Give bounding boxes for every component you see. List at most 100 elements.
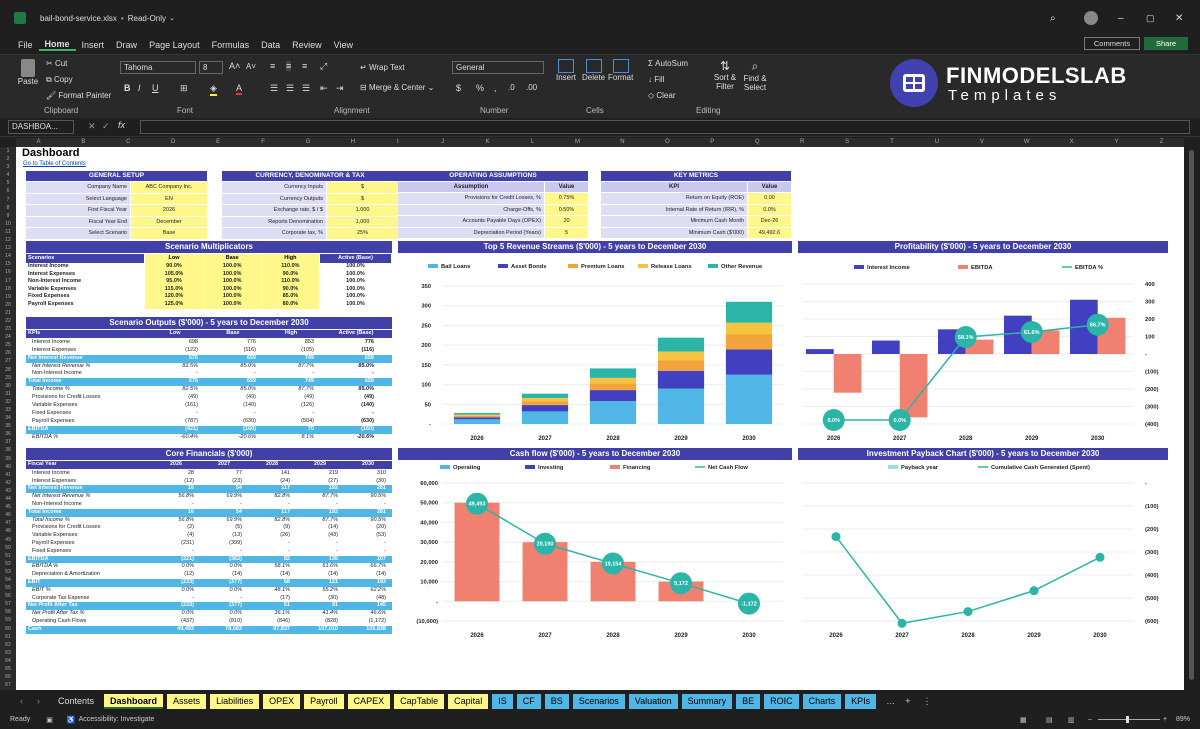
row-header[interactable]: 41 <box>0 471 16 479</box>
close-icon[interactable]: ✕ <box>1175 13 1183 24</box>
column-header-A[interactable]: A <box>16 138 61 147</box>
tab-summary[interactable]: Summary <box>681 693 733 709</box>
row-header[interactable]: 7 <box>0 196 16 204</box>
row-header[interactable]: 5 <box>0 179 16 187</box>
page-break-icon[interactable]: ▥ <box>1068 716 1075 724</box>
row-header[interactable]: 15 <box>0 260 16 268</box>
column-header-Z[interactable]: Z <box>1139 138 1184 147</box>
tab-next-icon[interactable]: › <box>37 696 40 706</box>
normal-view-icon[interactable]: ▦ <box>1020 716 1027 724</box>
column-header-F[interactable]: F <box>241 138 286 147</box>
shrink-font-icon[interactable]: A˅ <box>246 62 256 71</box>
cumulative-cash-point[interactable] <box>897 618 907 628</box>
column-header-Y[interactable]: Y <box>1094 138 1139 147</box>
fill-button[interactable]: ↓ Fill <box>648 75 664 84</box>
bar-segment[interactable] <box>589 383 637 391</box>
table-cell[interactable]: 125.0% <box>145 300 203 309</box>
bar-segment[interactable] <box>725 349 773 375</box>
menu-file[interactable]: File <box>12 40 39 50</box>
cumulative-cash-point[interactable] <box>1029 586 1039 596</box>
paste-button[interactable]: Paste <box>14 59 42 86</box>
bar-segment[interactable] <box>453 414 501 416</box>
formula-input[interactable] <box>140 120 1190 134</box>
zoom-slider[interactable] <box>1098 716 1160 723</box>
cashflow-chart[interactable]: Operating Investing Financing Net Cash Flow… <box>398 461 792 646</box>
column-header-O[interactable]: O <box>645 138 690 147</box>
excel-logo-icon[interactable] <box>14 12 26 24</box>
zoom-thumb[interactable] <box>1126 716 1129 723</box>
row-header[interactable]: 14 <box>0 252 16 260</box>
wrap-text-button[interactable]: ↵ Wrap Text <box>360 63 405 72</box>
toc-link[interactable]: Go to Table of Contents <box>23 161 86 167</box>
format-cells-button[interactable]: Format <box>608 59 633 82</box>
column-header-X[interactable]: X <box>1049 138 1094 147</box>
row-header[interactable]: 1 <box>0 147 16 155</box>
row-header[interactable]: 53 <box>0 568 16 576</box>
bar-segment[interactable] <box>521 393 569 398</box>
bar-segment[interactable] <box>725 334 773 350</box>
align-middle-icon[interactable]: ≡ <box>286 61 292 71</box>
bar-segment[interactable] <box>453 417 501 420</box>
borders-icon[interactable]: ⊞ <box>180 83 188 94</box>
menu-home[interactable]: Home <box>38 39 76 51</box>
name-box[interactable]: DASHBOA... <box>8 120 74 134</box>
column-header-G[interactable]: G <box>286 138 331 147</box>
row-header[interactable]: 22 <box>0 317 16 325</box>
row-header[interactable]: 66 <box>0 673 16 681</box>
align-top-icon[interactable]: ≡ <box>270 61 275 71</box>
table-cell[interactable]: 100.0% <box>203 263 261 271</box>
add-sheet-icon[interactable]: + <box>905 696 910 706</box>
row-header[interactable]: 38 <box>0 446 16 454</box>
column-header-V[interactable]: V <box>959 138 1004 147</box>
font-color-icon[interactable]: A <box>236 83 243 95</box>
table-cell[interactable]: 105.0% <box>145 270 203 279</box>
increase-decimal-icon[interactable]: .0 <box>508 83 515 92</box>
column-header-K[interactable]: K <box>465 138 510 147</box>
row-header[interactable]: 31 <box>0 390 16 398</box>
tab-opex[interactable]: OPEX <box>263 693 301 709</box>
row-header[interactable]: 11 <box>0 228 16 236</box>
italic-icon[interactable]: I <box>138 83 141 93</box>
row-header[interactable]: 57 <box>0 600 16 608</box>
row-header[interactable]: 35 <box>0 422 16 430</box>
row-header[interactable]: 13 <box>0 244 16 252</box>
column-header-B[interactable]: B <box>61 138 106 147</box>
row-header[interactable]: 43 <box>0 487 16 495</box>
column-header-C[interactable]: C <box>106 138 151 147</box>
row-header[interactable]: 67 <box>0 681 16 689</box>
ebitda-bar[interactable] <box>833 354 862 393</box>
table-cell[interactable]: 90.0% <box>145 263 203 271</box>
row-header[interactable]: 26 <box>0 349 16 357</box>
tab-liabilities[interactable]: Liabilities <box>210 693 260 709</box>
indent-increase-icon[interactable]: ⇥ <box>336 83 344 94</box>
tab-be[interactable]: BE <box>736 693 761 709</box>
row-value[interactable]: 1.000 <box>327 205 398 216</box>
tab-bs[interactable]: BS <box>544 693 569 709</box>
row-header[interactable]: 45 <box>0 503 16 511</box>
table-cell[interactable]: 120.0% <box>145 293 203 301</box>
row-value[interactable]: 5 <box>545 227 588 238</box>
bar-segment[interactable] <box>589 401 637 424</box>
column-header-J[interactable]: J <box>420 138 465 147</box>
tab-capital[interactable]: Capital <box>448 693 489 709</box>
row-value[interactable]: EN <box>131 193 207 204</box>
cumulative-cash-point[interactable] <box>831 532 841 542</box>
column-header-W[interactable]: W <box>1004 138 1049 147</box>
bar-segment[interactable] <box>725 374 773 424</box>
menu-formulas[interactable]: Formulas <box>206 40 256 50</box>
bar-segment[interactable] <box>657 351 705 361</box>
row-header[interactable]: 28 <box>0 366 16 374</box>
row-header[interactable]: 63 <box>0 649 16 657</box>
row-header[interactable]: 61 <box>0 633 16 641</box>
row-header[interactable]: 37 <box>0 438 16 446</box>
profitability-chart[interactable]: Interest Income EBITDA EBITDA % 400 300 200 10… <box>798 254 1168 446</box>
column-header-M[interactable]: M <box>555 138 600 147</box>
row-header[interactable]: 40 <box>0 463 16 471</box>
clear-button[interactable]: ◇ Clear <box>648 91 676 100</box>
avatar[interactable] <box>1084 11 1098 25</box>
column-header-H[interactable]: H <box>330 138 375 147</box>
row-header[interactable]: 39 <box>0 455 16 463</box>
row-header[interactable]: 49 <box>0 536 16 544</box>
tab-charts[interactable]: Charts <box>802 693 842 709</box>
row-header[interactable]: 50 <box>0 544 16 552</box>
